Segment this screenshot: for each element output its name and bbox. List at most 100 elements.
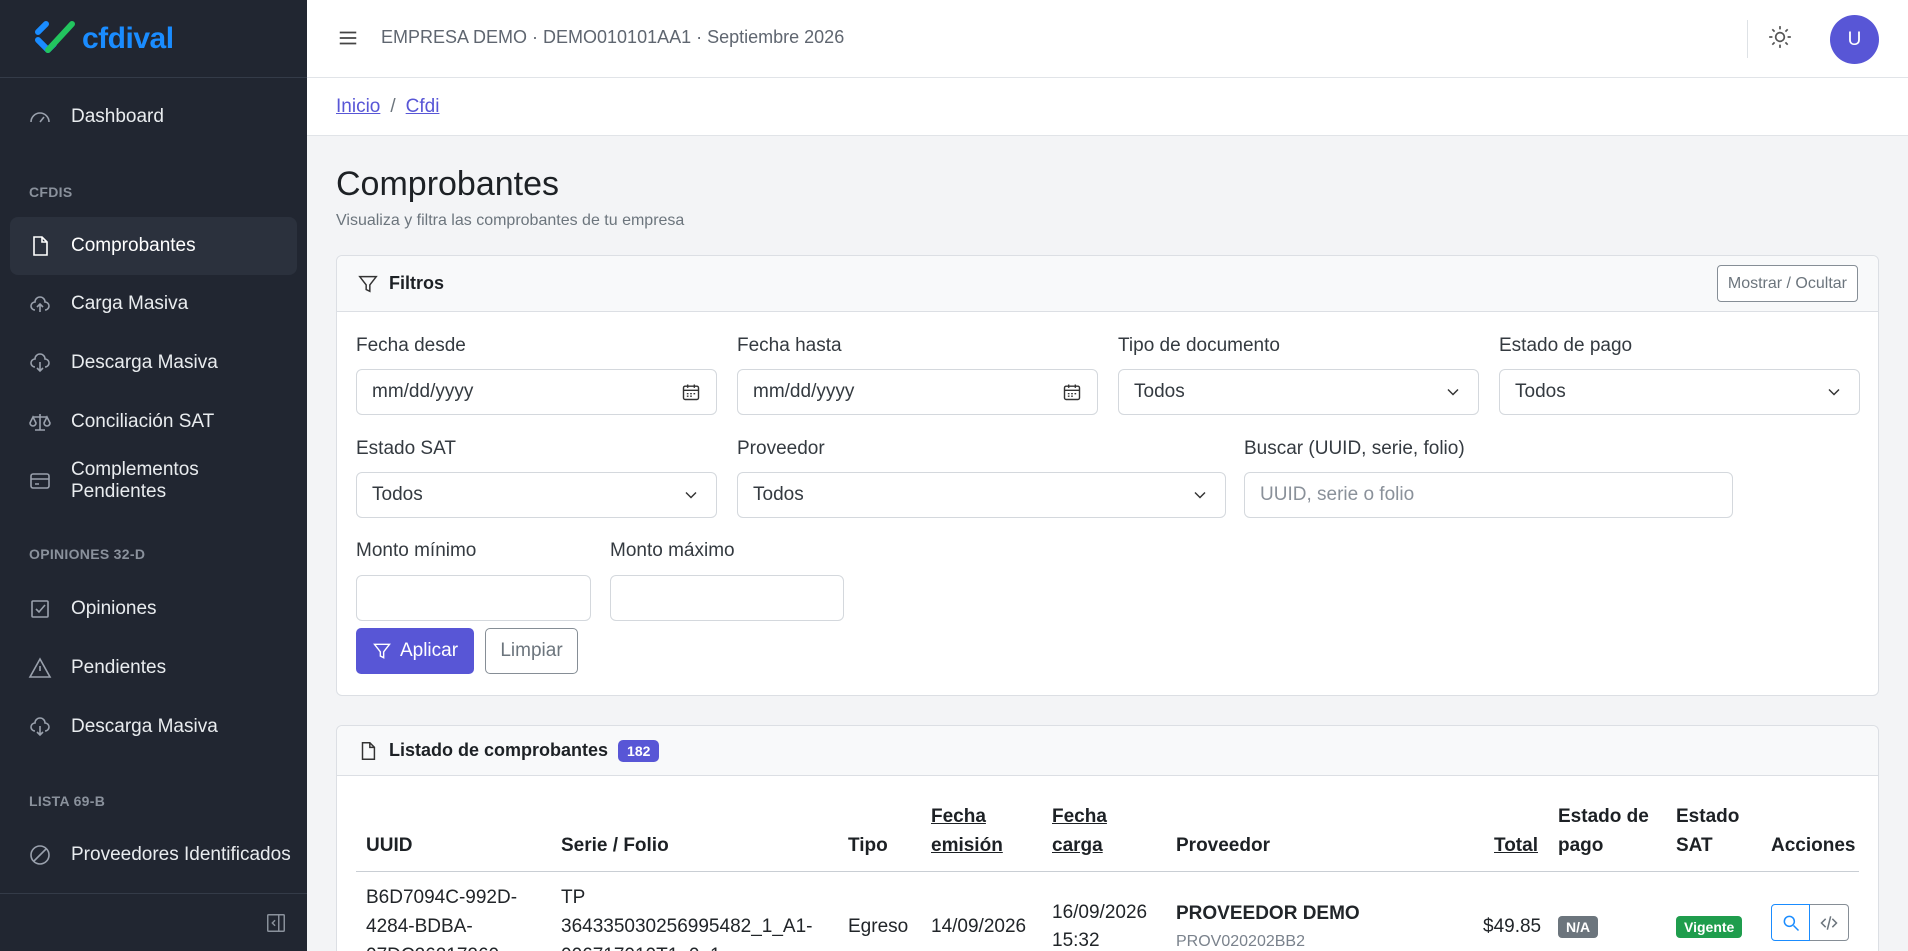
cell-uuid-1: B6D7094C-992D- — [366, 887, 518, 908]
chevron-down-icon — [1824, 382, 1844, 402]
check-square-icon — [28, 597, 52, 621]
fecha-desde-input[interactable]: mm/dd/yyyy — [356, 369, 717, 415]
buscar-input[interactable]: UUID, serie o folio — [1244, 472, 1733, 518]
chevron-down-icon — [1443, 382, 1463, 402]
fecha-hasta-label: Fecha hasta — [737, 335, 842, 356]
sidebar-item-complementos-pendientes[interactable]: Complementos Pendientes — [10, 452, 297, 510]
cell-proveedor-nombre: PROVEEDOR DEMO — [1176, 903, 1360, 924]
apply-label: Aplicar — [399, 640, 459, 661]
cell-serie-1: TP — [561, 887, 586, 908]
sidebar-item-carga-masiva[interactable]: Carga Masiva — [10, 275, 297, 333]
clear-filters-button[interactable]: Limpiar — [485, 628, 578, 674]
sidebar-item-label: Descarga Masiva — [71, 352, 218, 373]
cell-fecha-emision: 14/09/2026 — [931, 916, 1027, 937]
col-proveedor[interactable]: Proveedor — [1176, 831, 1270, 860]
breadcrumb-bar: Inicio / Cfdi — [307, 78, 1908, 136]
col-fecha-carga-line2[interactable]: carga — [1052, 831, 1103, 860]
buscar-placeholder: UUID, serie o folio — [1260, 484, 1415, 505]
estado-sat-select[interactable]: Todos — [356, 472, 717, 518]
row-actions — [1771, 904, 1849, 941]
comprobantes-table: UUID Serie / Folio Tipo Fecha emisión Fe… — [337, 726, 1880, 951]
tipo-documento-label: Tipo de documento — [1118, 335, 1280, 356]
sidebar-item-label: Opiniones — [71, 598, 157, 619]
sidebar-footer — [0, 893, 307, 951]
col-estado-sat-line1[interactable]: Estado — [1676, 802, 1739, 831]
monto-minimo-label: Monto mínimo — [356, 540, 477, 561]
cell-proveedor-rfc: PROV020202BB2 — [1176, 933, 1305, 950]
table-header-rule — [356, 871, 1859, 872]
col-total[interactable]: Total — [1494, 831, 1538, 860]
sidebar-item-label: Proveedores Identificados — [71, 844, 291, 865]
section-label-cfdis: CFDIS — [29, 184, 73, 200]
monto-minimo-input[interactable] — [356, 575, 591, 621]
cloud-upload-icon — [28, 292, 52, 316]
section-label-lista-69b: LISTA 69-B — [29, 793, 106, 809]
estado-pago-value: Todos — [1515, 381, 1566, 402]
credit-card-icon — [28, 469, 52, 493]
view-detail-button[interactable] — [1771, 904, 1810, 941]
page-subtitle: Visualiza y filtra las comprobantes de t… — [336, 212, 685, 229]
cell-fecha-carga-time: 15:32 — [1052, 930, 1100, 951]
search-icon — [1783, 915, 1799, 931]
company-context: EMPRESA DEMO · DEMO010101AA1 · Septiembr… — [381, 27, 845, 47]
top-header: EMPRESA DEMO · DEMO010101AA1 · Septiembr… — [307, 0, 1908, 78]
menu-toggle-icon[interactable] — [337, 27, 359, 49]
col-fecha-emision-line2[interactable]: emisión — [931, 831, 1003, 860]
apply-filters-button[interactable]: Aplicar — [356, 628, 474, 674]
sidebar-item-label: Complementos Pendientes — [71, 459, 199, 502]
sidebar-item-descarga-masiva-32d[interactable]: Descarga Masiva — [10, 698, 297, 756]
col-fecha-emision-line1[interactable]: Fecha — [931, 802, 986, 831]
header-divider — [1747, 20, 1748, 58]
fecha-hasta-value: mm/dd/yyyy — [753, 381, 855, 402]
breadcrumb-home-link[interactable]: Inicio — [336, 96, 380, 117]
proveedor-value: Todos — [753, 484, 804, 505]
col-uuid[interactable]: UUID — [366, 831, 412, 860]
col-acciones: Acciones — [1771, 835, 1856, 856]
sidebar-item-conciliacion-sat[interactable]: Conciliación SAT — [10, 393, 297, 451]
chevron-down-icon — [681, 485, 701, 505]
cell-total: $49.85 — [1483, 916, 1542, 937]
sidebar-item-label: Comprobantes — [71, 235, 196, 256]
cloud-download-icon — [28, 715, 52, 739]
brand-logo[interactable]: cfdival — [0, 0, 307, 78]
section-label-opiniones: OPINIONES 32-D — [29, 546, 146, 562]
monto-maximo-label: Monto máximo — [610, 540, 735, 561]
sidebar: cfdival Dashboard CFDIS Comprobantes Car… — [0, 0, 307, 951]
gauge-icon — [28, 105, 52, 129]
sidebar-item-label: Descarga Masiva — [71, 716, 218, 737]
sidebar-item-pendientes[interactable]: Pendientes — [10, 639, 297, 697]
sidebar-item-proveedores-identificados[interactable]: Proveedores Identificados — [10, 826, 297, 884]
sidebar-item-dashboard[interactable]: Dashboard — [10, 88, 297, 146]
filters-card: Filtros Mostrar / Ocultar Fecha desde mm… — [336, 255, 1879, 696]
fecha-hasta-input[interactable]: mm/dd/yyyy — [737, 369, 1098, 415]
sidebar-item-opiniones[interactable]: Opiniones — [10, 580, 297, 638]
view-xml-button[interactable] — [1810, 904, 1849, 941]
col-serie-folio[interactable]: Serie / Folio — [561, 831, 669, 860]
proveedor-select[interactable]: Todos — [737, 472, 1226, 518]
monto-maximo-input[interactable] — [610, 575, 844, 621]
buscar-label: Buscar (UUID, serie, folio) — [1244, 438, 1465, 459]
estado-pago-select[interactable]: Todos — [1499, 369, 1860, 415]
col-fecha-carga-line1[interactable]: Fecha — [1052, 802, 1107, 831]
sidebar-item-comprobantes[interactable]: Comprobantes — [10, 217, 297, 275]
collapse-sidebar-icon[interactable] — [265, 912, 287, 934]
sidebar-item-label: Pendientes — [71, 657, 167, 678]
breadcrumb-current-link[interactable]: Cfdi — [406, 96, 440, 117]
cell-serie-2: 364335030256995482_1_A1- — [561, 916, 813, 937]
col-tipo[interactable]: Tipo — [848, 831, 888, 860]
cell-serie-3: 006717010T1_0_1 — [561, 941, 721, 951]
calendar-icon[interactable] — [681, 382, 701, 402]
calendar-icon[interactable] — [1062, 382, 1082, 402]
col-estado-pago-line1[interactable]: Estado de — [1558, 802, 1649, 831]
filter-icon — [373, 643, 391, 659]
sidebar-item-descarga-masiva[interactable]: Descarga Masiva — [10, 334, 297, 392]
cell-uuid-3: 07DC26217260 — [366, 941, 499, 951]
sun-icon[interactable] — [1767, 24, 1793, 50]
col-estado-pago-line2[interactable]: pago — [1558, 831, 1603, 860]
col-estado-sat-line2[interactable]: SAT — [1676, 831, 1713, 860]
ban-icon — [28, 843, 52, 867]
user-avatar[interactable]: U — [1830, 15, 1879, 64]
filters-grid: Fecha desde mm/dd/yyyy Fecha hasta mm/dd… — [337, 256, 1880, 697]
estado-pago-badge: N/A — [1558, 916, 1599, 938]
tipo-documento-select[interactable]: Todos — [1118, 369, 1479, 415]
